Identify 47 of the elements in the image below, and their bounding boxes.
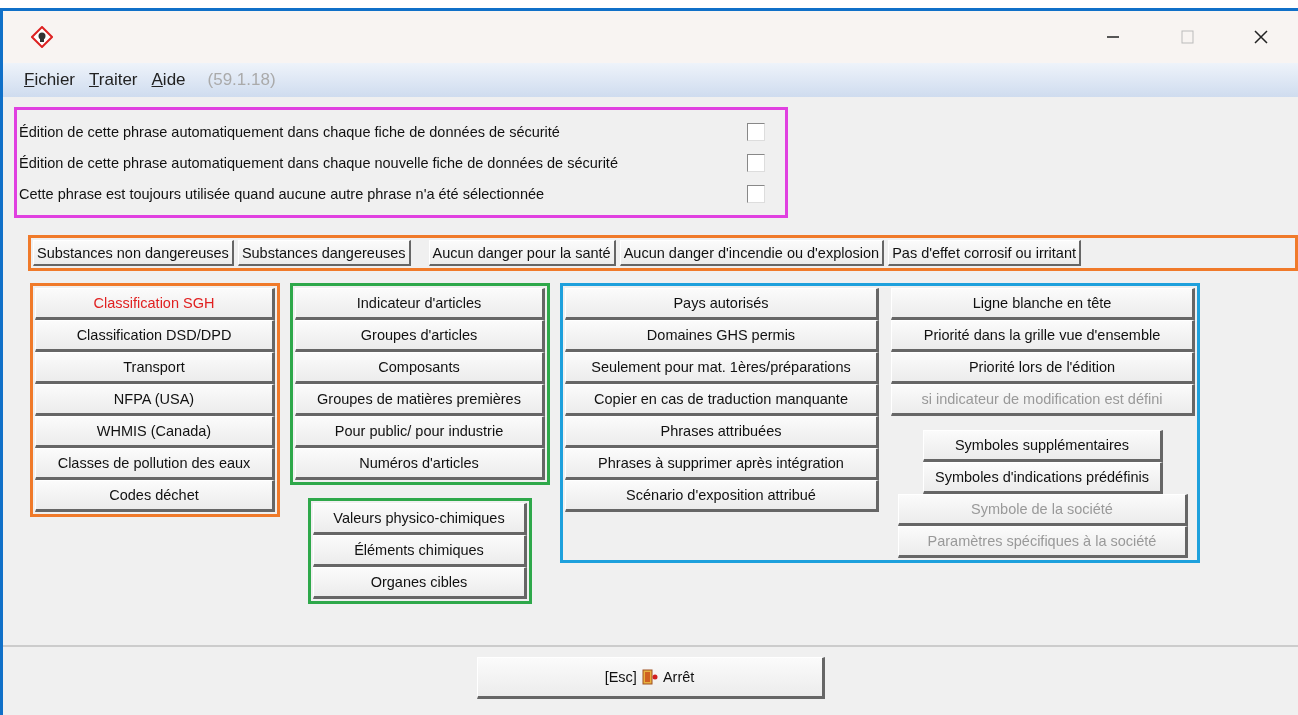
stop-button[interactable]: [Esc] Arrêt [476,657,825,699]
hazard-button[interactable]: Substances non dangereuses [33,240,234,266]
chemistry-button[interactable]: Organes cibles [313,567,527,599]
classification-button[interactable]: Classes de pollution des eaux [35,448,275,480]
classification-button[interactable]: Classification DSD/DPD [35,320,275,352]
hazard-button[interactable]: Aucun danger d'incendie ou d'explosion [619,240,885,266]
classification-button[interactable]: NFPA (USA) [35,384,275,416]
menu-item[interactable]: Fichier [24,70,75,90]
classification-button[interactable]: Classification SGH [35,288,275,320]
article-button[interactable]: Groupes de matières premières [295,384,545,416]
checkbox[interactable] [747,122,765,141]
option-label: Édition de cette phrase automatiquement dans chaque fiche de données de sécurité [19,123,560,140]
close-icon[interactable] [1253,29,1269,45]
settings-button[interactable]: Priorité dans la grille vue d'ensemble [891,320,1195,352]
option-label: Cette phrase est toujours utilisée quand aucune autre phrase n'a été sélectionnée [19,185,545,202]
article-button[interactable]: Numéros d'articles [295,448,545,480]
article-button[interactable]: Indicateur d'articles [295,288,545,320]
exit-door-icon [640,668,659,686]
classification-button[interactable]: Transport [35,352,275,384]
settings-button[interactable]: Ligne blanche en tête [891,288,1195,320]
settings-button[interactable]: Domaines GHS permis [565,320,879,352]
hazard-button[interactable]: Substances dangereuses [237,240,411,266]
version-label: (59.1.18) [207,70,276,90]
classification-button[interactable]: Codes déchet [35,480,275,512]
classification-button[interactable]: WHMIS (Canada) [35,416,275,448]
settings-button[interactable]: Copier en cas de traduction manquante [565,384,879,416]
settings-button[interactable]: Scénario d'exposition attribué [565,480,879,512]
chemistry-button[interactable]: Valeurs physico-chimiques [313,503,527,535]
menu-item[interactable]: Traiter [89,70,138,90]
chemistry-button[interactable]: Éléments chimiques [313,535,527,567]
article-button[interactable]: Composants [295,352,545,384]
checkbox[interactable] [747,184,765,203]
symbol-button[interactable]: Symboles d'indications prédéfinis [923,462,1163,494]
hazard-button[interactable]: Aucun danger pour la santé [428,240,616,266]
settings-button[interactable]: Phrases attribuées [565,416,879,448]
option-label: Édition de cette phrase automatiquement dans chaque nouvelle fiche de données de sécurité [19,154,618,171]
article-button[interactable]: Pour public/ pour industrie [295,416,545,448]
article-button[interactable]: Groupes d'articles [295,320,545,352]
hazard-button[interactable]: Pas d'effet corrosif ou irritant [888,240,1081,266]
checkbox[interactable] [747,153,765,172]
app-logo-icon [31,26,53,48]
symbol-button[interactable]: Symboles supplémentaires [923,430,1163,462]
settings-button[interactable]: Seulement pour mat. 1ères/préparations [565,352,879,384]
settings-button[interactable]: Priorité lors de l'édition [891,352,1195,384]
settings-button[interactable]: Pays autorisés [565,288,879,320]
settings-button[interactable]: Phrases à supprimer après intégration [565,448,879,480]
menu-item[interactable]: Aide [151,70,186,90]
